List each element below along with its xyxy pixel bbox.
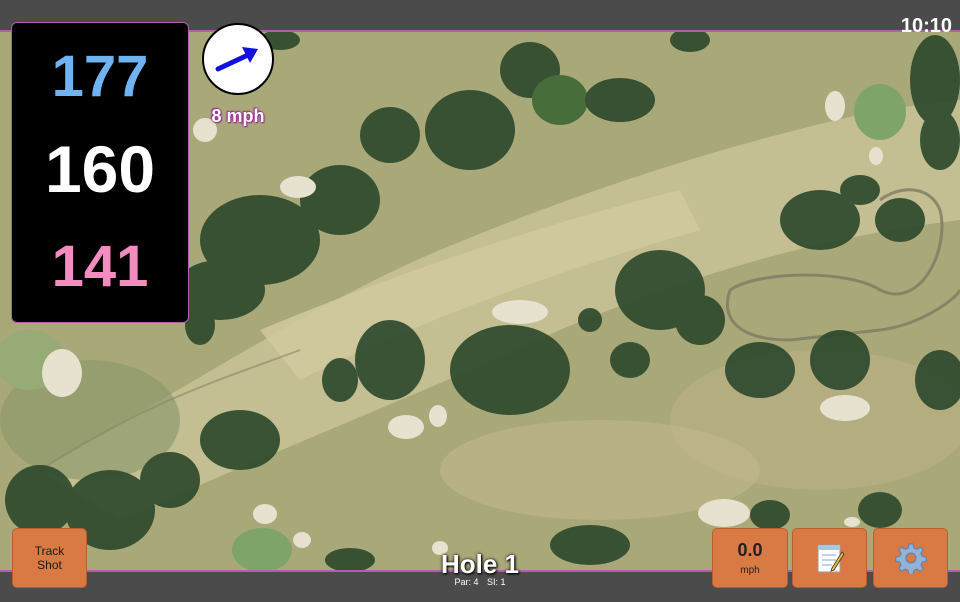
gear-icon [894,543,927,574]
notes-button[interactable] [792,528,867,588]
speed-value: 0.0 [737,540,763,560]
wind-direction-indicator[interactable] [202,23,274,95]
track-shot-button[interactable]: Track Shot [12,528,87,588]
speed-button[interactable]: 0.0 mph [712,528,788,588]
track-shot-label-line2: Shot [37,558,62,572]
wind-speed-label: 8 mph [211,106,265,126]
speed-unit: mph [740,565,760,576]
notepad-icon [817,544,845,573]
back-yardage: 177 [51,44,149,109]
hole-par: Par: 4 [454,577,479,587]
front-yardage: 141 [51,234,149,299]
hole-title: Hole 1 [440,549,520,579]
track-shot-label-line1: Track [34,544,65,558]
hole-details: Par: 4 SI: 1 [380,577,580,587]
hole-stroke-index: SI: 1 [487,577,506,587]
middle-yardage: 160 [44,132,156,206]
settings-button[interactable] [873,528,948,588]
arrow-icon [215,47,258,72]
yardage-panel: 177 160 141 [11,22,189,323]
